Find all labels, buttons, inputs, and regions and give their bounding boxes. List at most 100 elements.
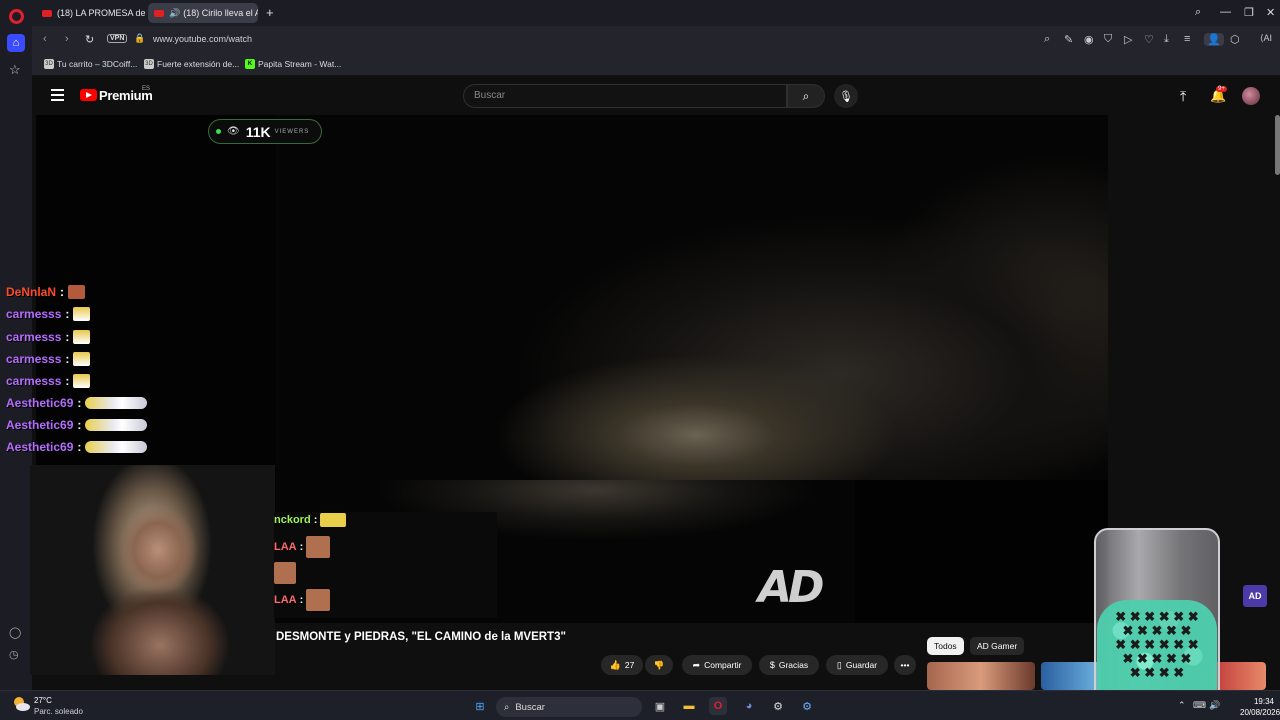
chat-user: DeNnlaN bbox=[6, 285, 57, 299]
back-icon[interactable]: ‹ bbox=[43, 33, 47, 45]
clock-time: 19:34 bbox=[1253, 697, 1274, 706]
chat-message: Aesthetic69: bbox=[6, 396, 148, 410]
save-button[interactable]: ▯ Guardar bbox=[826, 655, 888, 675]
ad-watermark-logo: AD bbox=[758, 562, 825, 613]
menu-icon[interactable]: ≡ bbox=[1184, 33, 1190, 45]
thanks-icon: $ bbox=[769, 660, 775, 670]
restore-button[interactable]: ❐ bbox=[1244, 6, 1254, 19]
share-button[interactable]: ➦ Compartir bbox=[682, 655, 752, 675]
streamer-webcam bbox=[30, 465, 275, 675]
tab-label: (18) Cirilo lleva el AUT bbox=[183, 8, 258, 18]
bookmark-tu-carrito[interactable]: 3D Tu carrito – 3DCoiff... bbox=[44, 59, 137, 69]
tab-la-promesa[interactable]: (18) LA PROMESA de King bbox=[36, 3, 146, 23]
download-icon[interactable]: ⤓ bbox=[1164, 33, 1169, 46]
tab-search-icon[interactable]: ⌕ bbox=[1195, 6, 1201, 19]
star-icon[interactable]: ☆ bbox=[9, 62, 21, 78]
url-field[interactable]: www.youtube.com/watch bbox=[153, 34, 252, 44]
ai-button[interactable]: ⟨AI bbox=[1260, 33, 1272, 44]
sidebar-history-icon[interactable]: ◷ bbox=[9, 648, 19, 661]
chat-message: carmesss: bbox=[6, 307, 91, 321]
voice-search-button[interactable]: 🎙 bbox=[834, 84, 858, 108]
emote-icon bbox=[73, 330, 91, 344]
like-button[interactable]: 👍 27 bbox=[601, 655, 643, 675]
network-icon[interactable]: ⌨ bbox=[1193, 700, 1206, 711]
speaker-icon: 🔊 bbox=[169, 7, 181, 18]
bookmark-icon: ▯ bbox=[836, 659, 842, 670]
extensions-icon[interactable]: ⬡ bbox=[1230, 33, 1240, 46]
chat-user: Aesthetic69 bbox=[6, 440, 74, 454]
settings-icon[interactable]: ⚙ bbox=[798, 697, 816, 715]
chat-user: Aesthetic69 bbox=[6, 396, 74, 410]
search-input[interactable]: Buscar bbox=[463, 84, 787, 108]
dislike-button[interactable]: 👎 bbox=[645, 655, 673, 675]
chat-message: Aesthetic69: bbox=[6, 440, 148, 454]
zoom-icon[interactable]: ⌕ bbox=[1044, 33, 1050, 46]
tray-chevron-icon[interactable]: ⌃ bbox=[1178, 700, 1186, 711]
chat-message: carmesss: bbox=[6, 374, 91, 388]
discord-icon[interactable]: ◕ bbox=[740, 697, 758, 715]
volume-icon[interactable]: 🔊 bbox=[1209, 700, 1220, 711]
home-icon[interactable]: ⌂ bbox=[7, 34, 25, 52]
forward-icon[interactable]: › bbox=[65, 33, 69, 45]
app-icon[interactable]: ⚙ bbox=[769, 697, 787, 715]
sidebar-search-icon[interactable]: ◯ bbox=[9, 626, 21, 639]
viewers-label: VIEWERS bbox=[274, 128, 310, 135]
chat-message: Aesthetic69: bbox=[6, 418, 148, 432]
vpn-badge[interactable]: VPN bbox=[107, 34, 128, 43]
bookmark-papita-stream[interactable]: K Papita Stream - Wat... bbox=[245, 59, 341, 69]
chat-message: carmesss: bbox=[6, 352, 91, 366]
camera-icon[interactable]: ◉ bbox=[1084, 33, 1094, 46]
thumbs-down-icon: 👎 bbox=[653, 659, 665, 670]
edit-icon[interactable]: ✎ bbox=[1064, 33, 1073, 46]
recommendation-thumbnail[interactable] bbox=[927, 662, 1035, 690]
recommendation-thumbnail[interactable] bbox=[1041, 662, 1101, 690]
live-dot-icon bbox=[216, 129, 221, 134]
close-button[interactable]: ✕ bbox=[1266, 6, 1275, 19]
chip-todos[interactable]: Todos bbox=[927, 637, 964, 655]
opera-taskbar-icon[interactable]: O bbox=[709, 697, 727, 715]
video-title: DESMONTE y PIEDRAS, "EL CAMINO de la MVE… bbox=[276, 631, 566, 643]
weather-icon[interactable] bbox=[12, 696, 30, 712]
reload-icon[interactable]: ↻ bbox=[85, 33, 94, 46]
page-scrollbar[interactable] bbox=[1275, 115, 1280, 175]
lock-icon[interactable]: 🔒 bbox=[134, 33, 145, 44]
task-view-icon[interactable]: ▣ bbox=[651, 697, 669, 715]
play-icon[interactable]: ▷ bbox=[1124, 33, 1132, 46]
search-icon: ⌕ bbox=[504, 701, 510, 713]
thanks-button[interactable]: $ Gracias bbox=[759, 655, 819, 675]
bookmark-fuerte-extension[interactable]: 3D Fuerte extensión de... bbox=[144, 59, 239, 69]
more-actions-button[interactable]: ••• bbox=[894, 655, 916, 675]
emote-icon bbox=[85, 419, 148, 431]
chat-user: carmesss bbox=[6, 307, 62, 321]
chat-message: LAA: bbox=[274, 589, 331, 611]
chip-ad-gamer[interactable]: AD Gamer bbox=[970, 637, 1025, 655]
file-explorer-icon[interactable]: ▬ bbox=[680, 697, 698, 715]
youtube-logo-icon[interactable] bbox=[80, 89, 97, 101]
emote-icon bbox=[73, 307, 91, 321]
search-button[interactable]: ⌕ bbox=[787, 84, 825, 108]
channel-watermark-icon[interactable]: AD bbox=[1243, 585, 1267, 607]
emote-icon bbox=[306, 536, 331, 558]
new-tab-button[interactable]: + bbox=[266, 5, 274, 20]
jar-tokens: ✖ ✖ ✖ ✖ ✖ ✖ ✖ ✖ ✖ ✖ ✖ ✖ ✖ ✖ ✖ ✖ ✖ ✖ ✖ ✖ ✖ ✖… bbox=[1115, 609, 1199, 680]
avatar[interactable] bbox=[1242, 87, 1260, 105]
upload-icon[interactable]: ⤒ bbox=[1180, 88, 1186, 105]
emote-icon bbox=[73, 374, 91, 388]
taskbar-clock[interactable]: 19:34 20/08/2026 bbox=[1240, 696, 1280, 718]
region-label: ES bbox=[142, 86, 151, 92]
recommendation-thumbnail[interactable] bbox=[1212, 662, 1266, 690]
chat-message: LAA: bbox=[274, 536, 331, 558]
hamburger-menu-icon[interactable] bbox=[51, 89, 64, 104]
shield-icon[interactable]: ⛉ bbox=[1104, 33, 1112, 46]
heart-icon[interactable]: ♡ bbox=[1144, 33, 1154, 46]
minimize-button[interactable]: — bbox=[1220, 6, 1231, 18]
chat-user: carmesss bbox=[6, 374, 62, 388]
tab-label: (18) LA PROMESA de King bbox=[57, 8, 146, 18]
opera-logo-icon[interactable] bbox=[9, 9, 24, 24]
bookmark-favicon-icon: 3D bbox=[44, 59, 54, 69]
taskbar-search[interactable]: ⌕ Buscar bbox=[496, 697, 642, 717]
emote-icon bbox=[85, 397, 148, 409]
profile-icon[interactable]: 👤 bbox=[1204, 33, 1224, 46]
windows-start-icon[interactable]: ⊞ bbox=[471, 697, 489, 715]
tab-cirilo[interactable]: 🔊 (18) Cirilo lleva el AUT bbox=[148, 3, 258, 23]
